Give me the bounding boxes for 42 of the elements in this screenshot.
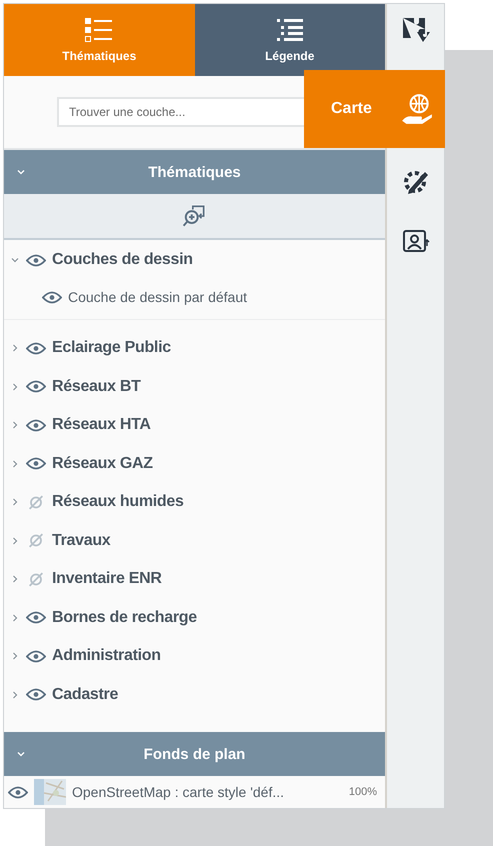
layer-group-label[interactable]: Inventaire ENR (52, 570, 162, 588)
eye-icon[interactable] (8, 784, 28, 800)
eye-icon[interactable] (26, 610, 46, 626)
eye-icon[interactable] (26, 340, 46, 356)
chevron-icon[interactable] (10, 536, 20, 546)
layer-group-label[interactable]: Bornes de recharge (52, 608, 197, 627)
globe-hand-icon (400, 92, 434, 126)
chevron-icon[interactable] (10, 255, 20, 265)
eye-icon[interactable] (26, 456, 46, 472)
eye-icon[interactable] (26, 252, 46, 268)
list-icon (274, 17, 305, 43)
layer-group-label[interactable]: Eclairage Public (52, 339, 171, 358)
layer-group-label[interactable]: Couches de dessin (52, 251, 193, 269)
layer-group-label[interactable]: Réseaux humides (52, 493, 184, 512)
eye-icon[interactable] (42, 290, 62, 304)
chevron-icon[interactable] (10, 382, 20, 392)
section-title: Fonds de plan (144, 746, 246, 762)
eye-icon[interactable] (26, 648, 46, 664)
layer-group-label[interactable]: Réseaux GAZ (52, 454, 153, 473)
chevron-icon[interactable] (10, 574, 20, 584)
chevron-icon[interactable] (10, 420, 20, 430)
chevron-icon[interactable] (10, 651, 20, 662)
eye-icon[interactable] (26, 379, 46, 394)
checklist-icon (84, 17, 114, 43)
zoom-layer-icon[interactable] (182, 203, 208, 229)
tab[interactable]: Légende (194, 4, 385, 76)
opacity-value: 100% (348, 786, 377, 798)
chevron-icon[interactable] (10, 612, 20, 623)
eye-icon[interactable] (26, 687, 46, 702)
eye-icon[interactable] (26, 418, 46, 433)
chevron-icon[interactable] (10, 343, 20, 354)
basemap-label[interactable]: OpenStreetMap : carte style 'déf... (72, 784, 284, 800)
layer-group-label[interactable]: Administration (52, 647, 161, 666)
layer-label[interactable]: Couche de dessin par défaut (68, 289, 248, 305)
chevron-icon[interactable] (10, 497, 20, 508)
layer-group-label[interactable]: Cadastre (52, 686, 118, 704)
chevron-icon[interactable] (10, 458, 20, 469)
chevron-icon[interactable] (10, 690, 20, 700)
layer-group-label[interactable]: Travaux (52, 532, 110, 550)
layer-group-label[interactable]: Réseaux BT (52, 378, 141, 396)
layer-group-label[interactable]: Réseaux HTA (52, 416, 151, 434)
section-title: Thématiques (148, 164, 241, 180)
